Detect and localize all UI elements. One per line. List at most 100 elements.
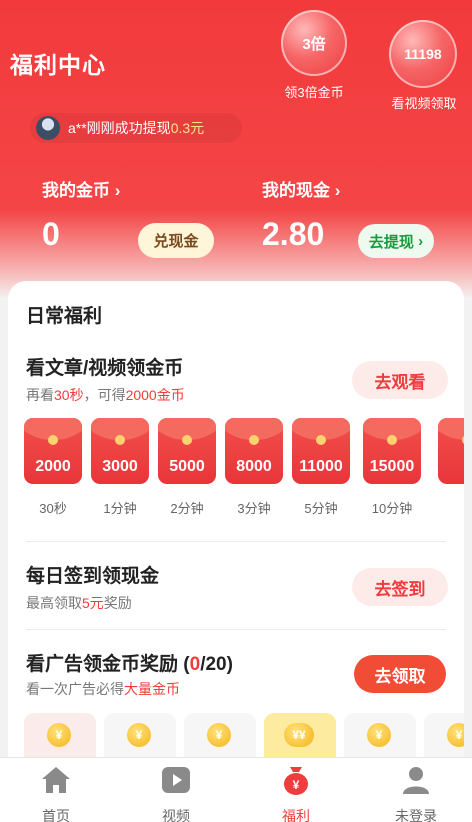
divider (26, 629, 446, 630)
watch-button[interactable]: 去观看 (352, 361, 448, 399)
chevron-right-icon: › (334, 181, 341, 200)
desc-highlight: 2000金币 (125, 387, 185, 403)
coin-icon: ¥ (367, 723, 391, 747)
red-envelope-icon: 3000 (91, 418, 149, 484)
red-envelope[interactable]: 1 (438, 418, 464, 513)
notice-text: a**刚刚成功提现 (68, 120, 171, 136)
signin-button[interactable]: 去签到 (352, 568, 448, 606)
chevron-right-icon: › (413, 232, 424, 250)
ad-reward-row[interactable]: ¥ ¥ ¥ ¥¥ ¥ ¥ (22, 713, 464, 761)
nav-video[interactable]: 视频 (136, 764, 216, 822)
my-cash-link[interactable]: 我的现金 › (262, 176, 340, 201)
desc-text: 最高领取 (26, 595, 82, 611)
red-envelope-icon (438, 418, 464, 484)
chevron-right-icon: › (114, 181, 121, 200)
desc-highlight: 5元 (82, 595, 104, 611)
ad-reward-slot[interactable]: ¥¥ (264, 713, 336, 761)
red-envelope[interactable]: 5000 2分钟 (158, 418, 218, 517)
signin-task-desc: 最高领取5元奖励 (26, 593, 132, 613)
ads-claim-button[interactable]: 去领取 (354, 655, 446, 693)
my-coins-label: 我的金币 (42, 181, 110, 200)
desc-text: ，可得 (83, 387, 126, 403)
envelope-value: 8000 (236, 458, 272, 475)
nav-label: 首页 (42, 808, 70, 822)
ads-title-total: /20) (200, 654, 233, 675)
ad-reward-slot[interactable]: ¥ (24, 713, 96, 761)
ads-count: 0 (189, 654, 201, 675)
my-cash-label: 我的现金 (262, 181, 330, 200)
exchange-cash-button[interactable]: 兑现金 (138, 223, 214, 258)
coins-value: 0 (42, 216, 60, 252)
envelope-value: 11000 (299, 458, 343, 475)
envelope-time: 10分钟 (371, 501, 413, 516)
nav-welfare[interactable]: ¥ 福利 (256, 764, 336, 822)
ads-title-text: 看广告领金币奖励 ( (26, 654, 190, 675)
withdraw-label: 去提现 (368, 233, 414, 251)
ads-task-desc: 看一次广告必得大量金币 (26, 679, 180, 699)
envelope-value: 5000 (169, 458, 205, 475)
notice-amount: 0.3元 (170, 120, 205, 136)
nav-profile[interactable]: 未登录 (376, 764, 456, 822)
envelope-time: 1 (438, 498, 464, 513)
bottom-nav: 首页 视频 ¥ 福利 未登录 (0, 757, 472, 822)
ad-reward-slot[interactable]: ¥ (104, 713, 176, 761)
desc-text: 奖励 (103, 595, 132, 611)
coin-icon: ¥ (47, 723, 71, 747)
video-reward-count: 11198 (404, 46, 442, 62)
red-envelope[interactable]: 11000 5分钟 (292, 418, 352, 517)
red-envelope[interactable]: 15000 10分钟 (363, 418, 423, 517)
money-bag-icon: ¥ (284, 767, 308, 795)
ad-reward-slot[interactable]: ¥ (184, 713, 256, 761)
desc-text: 再看 (26, 387, 54, 403)
divider (26, 541, 446, 542)
envelope-value: 15000 (369, 458, 415, 475)
red-envelope-icon: 11000 (292, 418, 350, 484)
video-reward-caption[interactable]: 看视频领取 (380, 93, 468, 112)
home-icon (42, 767, 70, 793)
svg-text:¥: ¥ (293, 778, 300, 792)
desc-text: 看一次广告必得 (26, 681, 124, 697)
page-title: 福利中心 (10, 52, 106, 78)
watch-task-title: 看文章/视频领金币 (26, 358, 184, 379)
ads-task-title: 看广告领金币奖励 (0/20) (26, 649, 233, 676)
envelope-time: 2分钟 (170, 501, 204, 516)
video-reward-bubble[interactable]: 11198 (389, 20, 457, 88)
red-envelope[interactable]: 3000 1分钟 (91, 418, 151, 517)
withdraw-button[interactable]: 去提现 › (358, 224, 434, 258)
red-envelope[interactable]: 2000 30秒 (24, 418, 84, 517)
red-envelope-row[interactable]: 2000 30秒 3000 1分钟 5000 2分钟 8000 3分钟 1100… (22, 418, 464, 528)
red-envelope-icon: 8000 (225, 418, 283, 484)
desc-highlight: 大量金币 (124, 681, 180, 697)
watch-task-desc: 再看30秒，可得2000金币 (26, 385, 185, 405)
triple-coins-caption[interactable]: 领3倍金币 (272, 82, 356, 101)
triple-coins-badge: 3倍 (302, 35, 326, 53)
header-banner: 福利中心 3倍 领3倍金币 11198 看视频领取 a**刚刚成功提现 0.3元… (0, 0, 472, 300)
coin-icon: ¥ (207, 723, 231, 747)
nav-label: 福利 (282, 808, 310, 822)
envelope-time: 1分钟 (103, 501, 137, 516)
cash-value: 2.80 (262, 216, 325, 252)
red-envelope[interactable]: 8000 3分钟 (225, 418, 285, 517)
envelope-time: 3分钟 (237, 501, 271, 516)
signin-task-title: 每日签到领现金 (26, 566, 160, 587)
ad-reward-slot[interactable]: ¥ (344, 713, 416, 761)
section-title: 日常福利 (26, 306, 103, 327)
nav-label: 视频 (162, 808, 190, 822)
video-play-icon (162, 767, 190, 793)
triple-coins-bubble[interactable]: 3倍 (281, 10, 347, 76)
coin-stack-icon: ¥¥ (284, 723, 314, 747)
user-icon (403, 767, 429, 794)
coin-icon: ¥ (127, 723, 151, 747)
ad-reward-slot[interactable]: ¥ (424, 713, 464, 761)
my-coins-link[interactable]: 我的金币 › (42, 176, 120, 201)
envelope-time: 30秒 (39, 501, 67, 516)
withdraw-notice: a**刚刚成功提现 0.3元 (30, 113, 242, 143)
desc-highlight: 30秒 (54, 387, 84, 403)
coin-icon: ¥ (447, 723, 464, 747)
nav-home[interactable]: 首页 (16, 764, 96, 822)
avatar (36, 116, 60, 140)
red-envelope-icon: 5000 (158, 418, 216, 484)
red-envelope-icon: 2000 (24, 418, 82, 484)
envelope-value: 2000 (35, 458, 71, 475)
nav-label: 未登录 (395, 808, 437, 822)
